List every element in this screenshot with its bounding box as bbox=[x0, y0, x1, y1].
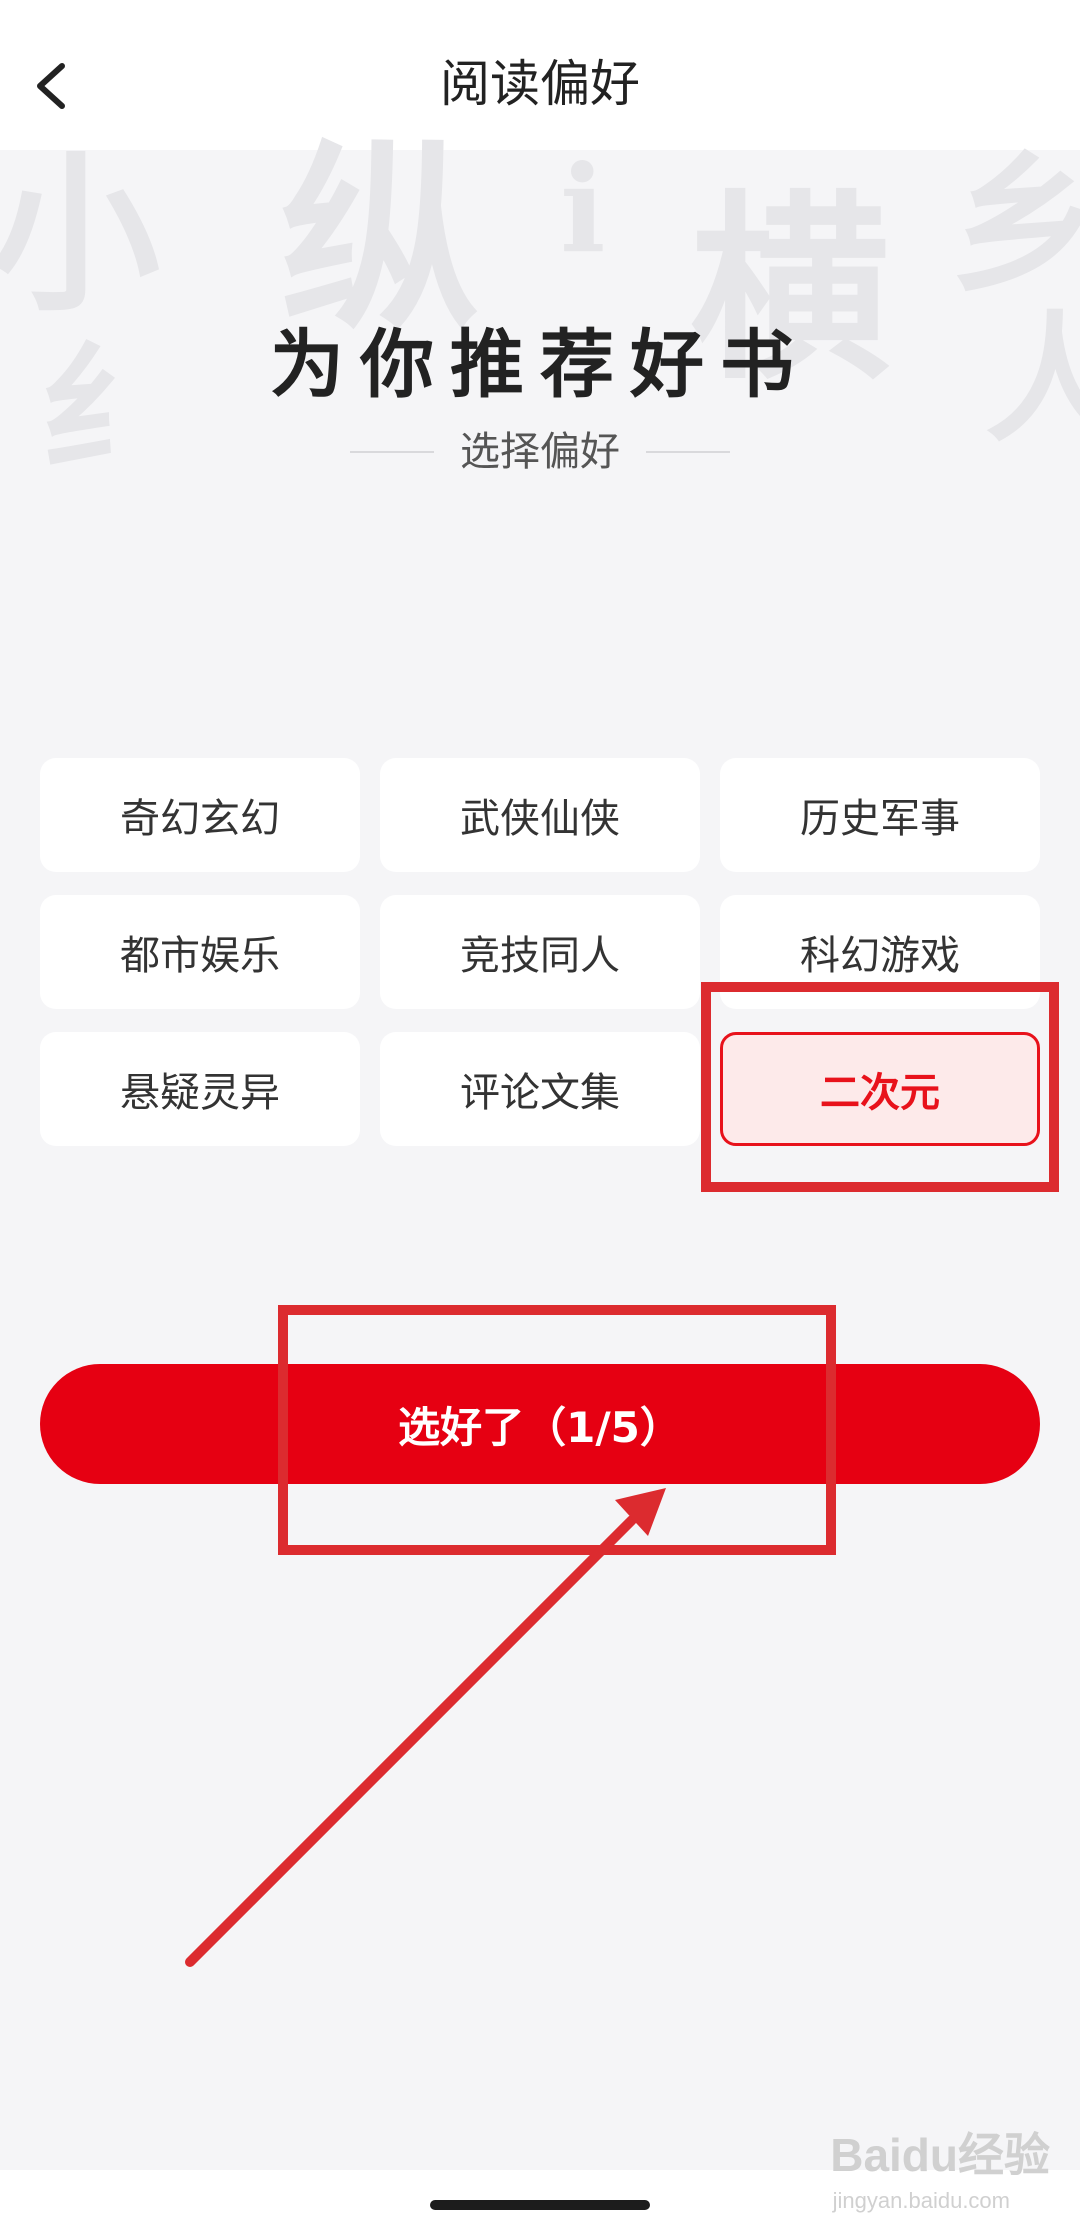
confirm-button[interactable]: 选好了（1/5） bbox=[40, 1364, 1040, 1484]
category-chip[interactable]: 奇幻玄幻 bbox=[40, 758, 360, 872]
watermark-logo: Baidu经验 bbox=[830, 2129, 1050, 2181]
divider-line bbox=[350, 451, 434, 453]
page-title: 阅读偏好 bbox=[440, 55, 640, 113]
home-indicator[interactable] bbox=[430, 2200, 650, 2210]
category-chip[interactable]: 评论文集 bbox=[380, 1032, 700, 1146]
hero-subtitle-row: 选择偏好 bbox=[0, 422, 1080, 482]
category-chip[interactable]: 武侠仙侠 bbox=[380, 758, 700, 872]
hero-title: 为你推荐好书 bbox=[270, 322, 810, 408]
category-chip[interactable]: 科幻游戏 bbox=[720, 895, 1040, 1009]
bg-glyph: 纵 bbox=[280, 122, 481, 357]
category-chip[interactable]: 都市娱乐 bbox=[40, 895, 360, 1009]
bg-glyph: 小 bbox=[0, 135, 161, 335]
category-chip-selected[interactable]: 二次元 bbox=[720, 1032, 1040, 1146]
bg-glyph: 乡 bbox=[950, 137, 1080, 313]
watermark-url: jingyan.baidu.com bbox=[832, 2188, 1010, 2213]
category-chip[interactable]: 悬疑灵异 bbox=[40, 1032, 360, 1146]
top-nav-bar: 阅读偏好 bbox=[0, 0, 1080, 150]
bg-glyph: i bbox=[560, 139, 606, 280]
category-chip[interactable]: 历史军事 bbox=[720, 758, 1040, 872]
category-chip[interactable]: 竞技同人 bbox=[380, 895, 700, 1009]
divider-line bbox=[646, 451, 730, 453]
hero-subtitle: 选择偏好 bbox=[460, 429, 620, 475]
